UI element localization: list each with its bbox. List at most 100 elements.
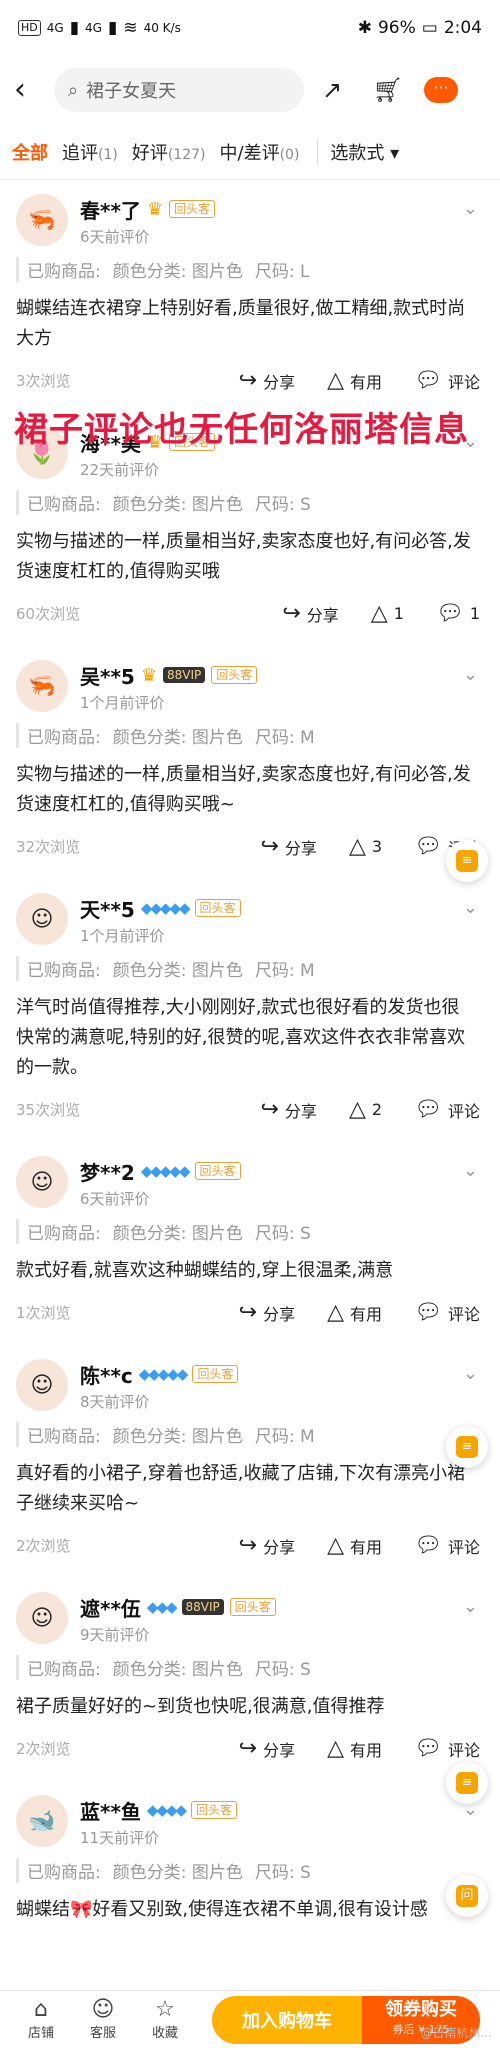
- review-text: 实物与描述的一样,质量相当好,卖家态度也好,有问必答,发货速度杠杠的,值得购买哦: [16, 531, 471, 582]
- tab-count: (0): [279, 146, 300, 163]
- review-footer: 2次浏览 ↪ 分享 △ 有用 💬︎ 评论: [16, 1722, 486, 1781]
- review-footer: 2次浏览 ↪ 分享 △ 有用 💬︎ 评论: [16, 1519, 486, 1578]
- customer-service-button[interactable]: ☺ 客服: [72, 1998, 134, 2042]
- color-option: 颜色分类: 图片色: [112, 1224, 243, 1244]
- review-list[interactable]: 🦐 春**了 ♛ 回头客 6天前评价 ⌄ 已购商品: 颜色分类: 图片色 尺码:…: [0, 180, 500, 1990]
- avatar[interactable]: 🐋: [16, 1795, 68, 1847]
- useful-button[interactable]: △ 有用: [327, 368, 382, 393]
- more-button[interactable]: ···: [424, 77, 458, 103]
- avatar[interactable]: ☺: [16, 893, 68, 945]
- color-option: 颜色分类: 图片色: [112, 961, 243, 981]
- cart-button[interactable]: 🛒︎: [360, 76, 416, 104]
- share-button[interactable]: ↪ 分享: [260, 834, 316, 859]
- thumb-triangle-icon: △: [348, 834, 366, 859]
- comment-button[interactable]: 💬︎评论: [414, 1300, 480, 1325]
- chevron-down-icon[interactable]: ⌄: [463, 897, 478, 918]
- share-button[interactable]: ↪ 分享: [239, 1300, 295, 1325]
- add-to-cart-button[interactable]: 加入购物车: [212, 1995, 362, 2044]
- review-item: ☺ 遮**伍 ◆◆◆ 88VIP 回头客 9天前评价 ⌄ 已购商品: 颜色分类:…: [0, 1578, 500, 1781]
- favorite-button[interactable]: ☆ 收藏: [134, 1998, 196, 2042]
- review-time: 9天前评价: [80, 1626, 150, 1644]
- reviewer-name: 天**5: [80, 897, 135, 922]
- avatar[interactable]: ☺: [16, 1592, 68, 1644]
- comment-button[interactable]: 💬︎评论: [414, 1736, 480, 1761]
- repeat-customer-badge: 回头客: [169, 200, 216, 218]
- chevron-left-icon: ‹: [14, 72, 26, 107]
- review-item: 🦐 春**了 ♛ 回头客 6天前评价 ⌄ 已购商品: 颜色分类: 图片色 尺码:…: [0, 180, 500, 413]
- reviewer-name: 春**了: [80, 198, 141, 223]
- repeat-customer-badge: 回头客: [191, 1801, 238, 1819]
- share-label: 分享: [284, 838, 317, 858]
- comment-button[interactable]: 💬︎评论: [414, 1097, 480, 1122]
- style-select[interactable]: 选款式 ▾: [330, 139, 399, 165]
- useful-button[interactable]: △ 有用: [327, 1300, 382, 1325]
- chevron-down-icon[interactable]: ⌄: [463, 1363, 478, 1384]
- tab-neutral-negative[interactable]: 中/差评(0): [220, 139, 300, 165]
- back-button[interactable]: ‹: [14, 75, 54, 105]
- chevron-down-icon[interactable]: ⌄: [463, 198, 478, 219]
- share-button[interactable]: ↗: [304, 76, 360, 104]
- comment-icon: 💬︎: [414, 368, 442, 393]
- tab-count: (127): [167, 146, 206, 163]
- floating-note-button[interactable]: ≡: [446, 1762, 488, 1804]
- share-label: 分享: [263, 1537, 296, 1557]
- review-item: 🦐 吴**5 ♛ 88VIP 回头客 1个月前评价 ⌄ 已购商品: 颜色分类: …: [0, 646, 500, 879]
- signal-chip: HD: [18, 20, 41, 36]
- avatar[interactable]: 🦐: [16, 660, 68, 712]
- avatar[interactable]: 🦐: [16, 194, 68, 246]
- note-icon: ≡: [456, 1436, 478, 1458]
- review-time: 1个月前评价: [80, 927, 165, 945]
- purchased-item-info: 已购商品: 颜色分类: 图片色 尺码: L: [16, 257, 486, 282]
- avatar[interactable]: ☺: [16, 1156, 68, 1208]
- comment-icon: 💬︎: [414, 1097, 442, 1122]
- purchased-label: 已购商品:: [27, 1660, 101, 1680]
- review-actions: ↪ 分享 △ 1 💬︎ 1: [282, 601, 480, 626]
- purchased-label: 已购商品:: [27, 262, 101, 282]
- share-icon: ↪: [260, 1097, 279, 1122]
- share-button[interactable]: ↪ 分享: [239, 1736, 295, 1761]
- color-option: 颜色分类: 图片色: [112, 1660, 243, 1680]
- review-item: ☺ 陈**c ◆◆◆◆◆ 回头客 8天前评价 ⌄ 已购商品: 颜色分类: 图片色…: [0, 1345, 500, 1578]
- useful-button[interactable]: △ 有用: [327, 1736, 382, 1761]
- comment-button[interactable]: 💬︎评论: [414, 1533, 480, 1558]
- tab-positive[interactable]: 好评(127): [132, 139, 206, 165]
- useful-button[interactable]: △ 3: [349, 834, 382, 859]
- size-option: 尺码: S: [254, 1224, 311, 1244]
- note-icon: ≡: [456, 850, 478, 872]
- share-button[interactable]: ↪ 分享: [239, 1533, 295, 1558]
- note-icon: ≡: [456, 1772, 478, 1794]
- purchased-item-info: 已购商品: 颜色分类: 图片色 尺码: M: [16, 1422, 486, 1447]
- comment-button[interactable]: 💬︎评论: [414, 368, 480, 393]
- floating-ask-button[interactable]: 问: [446, 1875, 488, 1917]
- vip-badge: 88VIP: [181, 1599, 224, 1615]
- crown-icon: ♛: [146, 198, 164, 220]
- share-button[interactable]: ↪ 分享: [260, 1097, 316, 1122]
- avatar[interactable]: ☺: [16, 1359, 68, 1411]
- share-button[interactable]: ↪ 分享: [239, 368, 295, 393]
- purchased-item-info: 已购商品: 颜色分类: 图片色 尺码: S: [16, 1858, 486, 1883]
- thumb-triangle-icon: △: [348, 1097, 366, 1122]
- share-label: 分享: [263, 372, 296, 392]
- chevron-down-icon[interactable]: ⌄: [463, 1160, 478, 1181]
- chevron-down-icon[interactable]: ⌄: [463, 664, 478, 685]
- useful-button[interactable]: △ 有用: [327, 1533, 382, 1558]
- purchased-label: 已购商品:: [27, 1863, 101, 1883]
- floating-note-button[interactable]: ≡: [446, 1426, 488, 1468]
- thumb-triangle-icon: △: [370, 601, 388, 626]
- useful-button[interactable]: △ 1: [371, 601, 404, 626]
- useful-button[interactable]: △ 2: [349, 1097, 382, 1122]
- floating-note-button[interactable]: ≡: [446, 840, 488, 882]
- size-option: 尺码: M: [254, 728, 315, 748]
- wifi-icon: ≋: [123, 18, 138, 38]
- search-input[interactable]: ⌕ 裙子女夏天: [54, 68, 304, 112]
- review-header: ☺ 天**5 ◆◆◆◆◆ 回头客 1个月前评价 ⌄: [16, 893, 486, 946]
- chevron-down-icon[interactable]: ⌄: [463, 1596, 478, 1617]
- comment-button[interactable]: 💬︎ 1: [436, 601, 480, 626]
- tab-follow-up[interactable]: 追评(1): [62, 139, 118, 165]
- shop-button[interactable]: ⌂ 店铺: [10, 1998, 72, 2042]
- review-header: ☺ 陈**c ◆◆◆◆◆ 回头客 8天前评价 ⌄: [16, 1359, 486, 1412]
- share-button[interactable]: ↪ 分享: [282, 601, 338, 626]
- reviewer-meta: 吴**5 ♛ 88VIP 回头客 1个月前评价: [80, 660, 258, 713]
- service-label: 客服: [89, 2026, 116, 2041]
- tab-all[interactable]: 全部: [12, 139, 48, 165]
